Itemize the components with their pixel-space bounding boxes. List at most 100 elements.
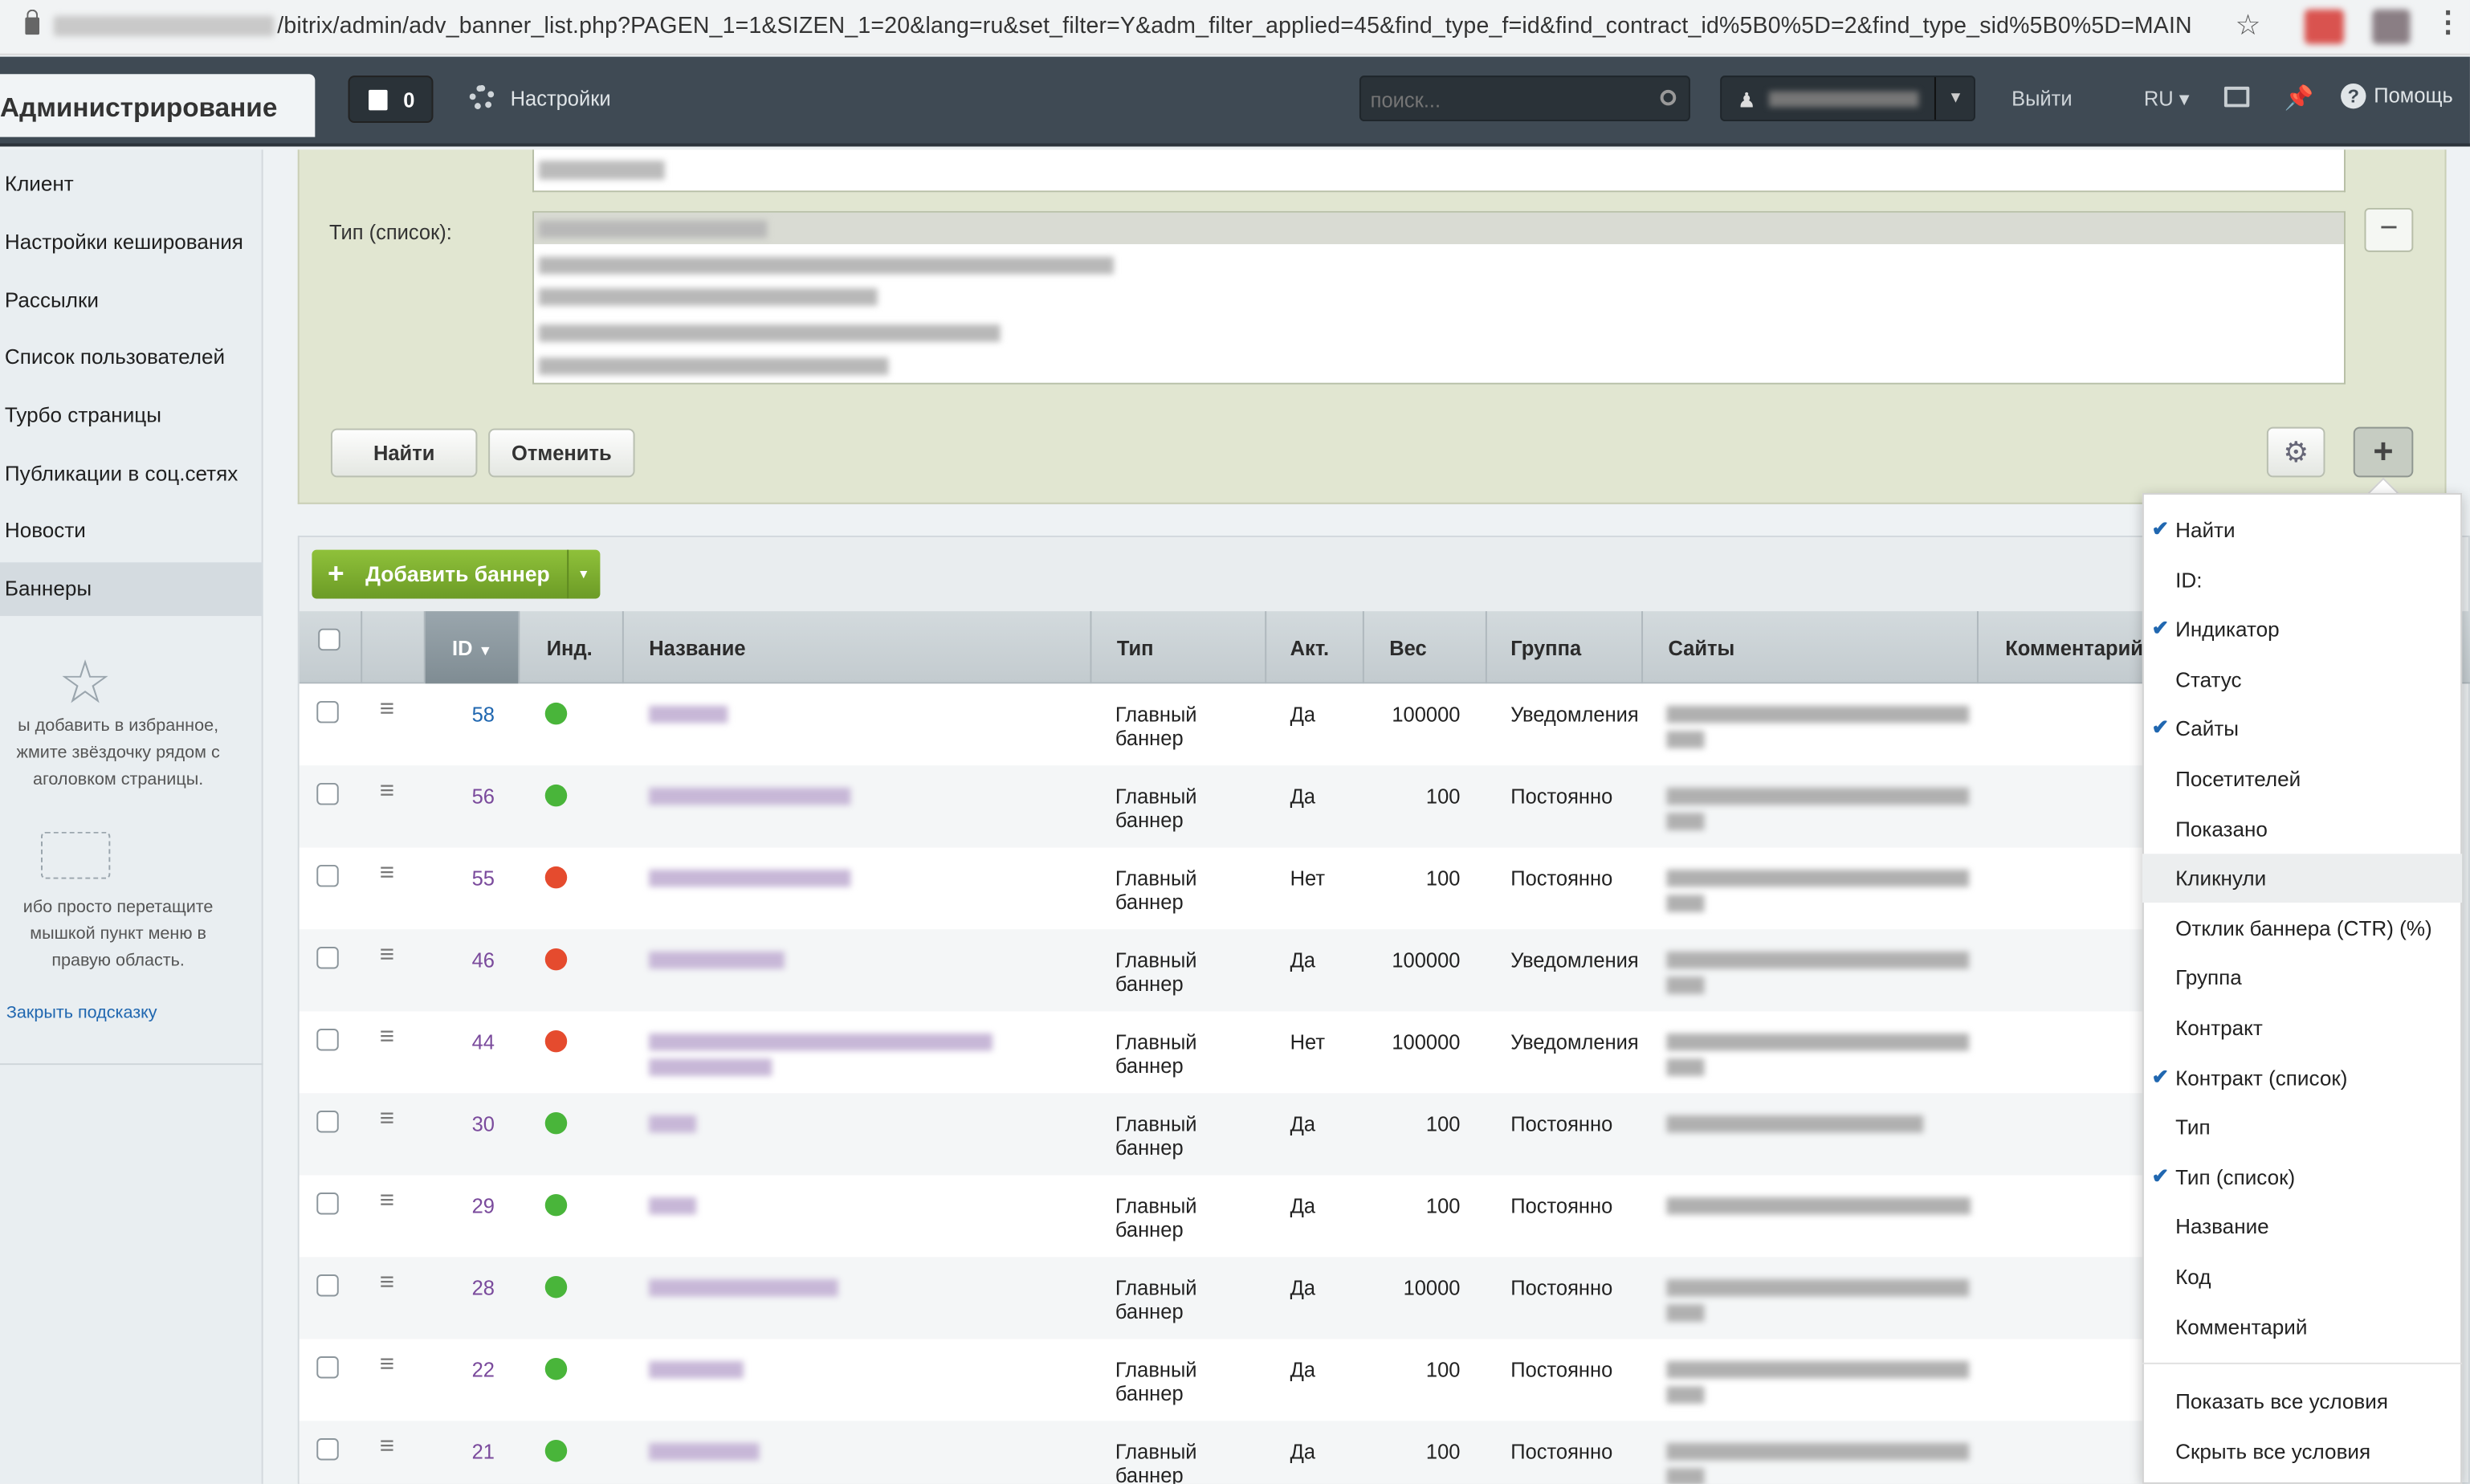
banner-name-link-redacted[interactable] xyxy=(649,1278,838,1297)
sidebar-item-mailings[interactable]: Рассылки xyxy=(0,274,263,328)
row-sites-redacted[interactable] xyxy=(1666,1304,1705,1322)
dropdown-item[interactable]: Код xyxy=(2142,1253,2462,1302)
row-sites-redacted[interactable] xyxy=(1666,1197,1971,1215)
settings-link[interactable]: Настройки xyxy=(511,87,611,110)
dropdown-item[interactable]: Показано xyxy=(2142,805,2462,854)
row-checkbox[interactable] xyxy=(316,864,339,887)
table-row[interactable] xyxy=(299,1257,2142,1339)
column-header-sites[interactable]: Сайты xyxy=(1643,611,1979,684)
table-row[interactable] xyxy=(299,765,2142,848)
dropdown-item[interactable]: ✔ Контракт (список) xyxy=(2142,1054,2462,1103)
row-menu-icon[interactable]: ≡ xyxy=(380,1024,394,1052)
close-hint-link[interactable]: Закрыть подсказку xyxy=(6,1004,157,1023)
row-checkbox[interactable] xyxy=(316,1110,339,1133)
add-condition-button[interactable]: + xyxy=(2353,426,2414,478)
row-checkbox[interactable] xyxy=(316,1028,339,1051)
keyboard-icon[interactable] xyxy=(2223,86,2250,108)
dropdown-item[interactable]: ✔ Найти xyxy=(2142,506,2462,555)
gear-icon[interactable] xyxy=(469,84,495,111)
sidebar-item-client[interactable]: Клиент xyxy=(0,157,263,211)
table-row[interactable] xyxy=(299,847,2142,930)
sidebar-item-banners[interactable]: Баннеры xyxy=(0,562,263,617)
row-sites-redacted[interactable] xyxy=(1666,1115,1924,1133)
row-checkbox[interactable] xyxy=(316,1274,339,1297)
cancel-button[interactable]: Отменить xyxy=(488,428,635,478)
row-id-link[interactable]: 55 xyxy=(426,866,495,890)
column-header-group[interactable]: Группа xyxy=(1487,611,1644,684)
row-id-link[interactable]: 21 xyxy=(426,1440,495,1463)
user-menu-caret-icon[interactable]: ▼ xyxy=(1934,77,1975,120)
sidebar-item-news[interactable]: Новости xyxy=(0,504,263,558)
browser-menu-icon[interactable]: ⋮ xyxy=(2434,6,2462,39)
row-menu-icon[interactable]: ≡ xyxy=(380,1352,394,1380)
row-sites-redacted[interactable] xyxy=(1666,951,1970,969)
table-row[interactable] xyxy=(299,1175,2142,1258)
search-icon[interactable] xyxy=(1660,89,1677,106)
dropdown-item[interactable]: Отклик баннера (CTR) (%) xyxy=(2142,904,2462,953)
add-banner-dropdown-icon[interactable]: ▼ xyxy=(567,549,598,599)
sidebar-item-social-posts[interactable]: Публикации в соц.сетях xyxy=(0,447,263,501)
column-header-name[interactable]: Название xyxy=(624,611,1092,684)
column-header-weight[interactable]: Вес xyxy=(1364,611,1487,684)
row-checkbox[interactable] xyxy=(316,1356,339,1379)
row-id-link[interactable]: 22 xyxy=(426,1358,495,1381)
row-id-link[interactable]: 29 xyxy=(426,1194,495,1217)
row-id-link[interactable]: 46 xyxy=(426,948,495,972)
row-checkbox[interactable] xyxy=(316,700,339,724)
row-sites-redacted[interactable] xyxy=(1666,1442,1970,1461)
table-row[interactable] xyxy=(299,1093,2142,1176)
dropdown-item[interactable]: Посетителей xyxy=(2142,755,2462,804)
type-list-selected-option[interactable] xyxy=(534,212,2345,245)
banner-name-link-redacted[interactable] xyxy=(649,951,785,969)
logout-link[interactable]: Выйти xyxy=(2011,87,2073,110)
type-list-option[interactable] xyxy=(538,256,1114,275)
hide-all-conditions[interactable]: Скрыть все условия xyxy=(2142,1427,2462,1476)
user-menu[interactable]: ♟ ▼ xyxy=(1720,75,1975,122)
column-header-comment[interactable]: Комментарий xyxy=(1979,611,2152,683)
row-sites-redacted[interactable] xyxy=(1666,1386,1705,1404)
sidebar-item-users[interactable]: Список пользователей xyxy=(0,331,263,385)
type-list-option[interactable] xyxy=(538,287,878,306)
row-menu-icon[interactable]: ≡ xyxy=(380,1433,394,1462)
language-switch[interactable]: RU ▾ xyxy=(2144,87,2190,112)
banner-name-link-redacted[interactable] xyxy=(649,705,728,724)
search-input[interactable] xyxy=(1370,83,1654,116)
row-id-link[interactable]: 58 xyxy=(426,703,495,726)
dropdown-item[interactable]: Группа xyxy=(2142,954,2462,1003)
banner-name-link-redacted[interactable] xyxy=(649,869,851,887)
extension-icon[interactable] xyxy=(2304,9,2345,44)
row-checkbox[interactable] xyxy=(316,1192,339,1215)
row-sites-redacted[interactable] xyxy=(1666,1278,1970,1297)
remove-condition-button[interactable]: − xyxy=(2364,207,2414,252)
add-banner-button[interactable]: + Добавить баннер ▼ xyxy=(312,549,601,599)
bookmark-star-icon[interactable]: ☆ xyxy=(2236,10,2261,43)
column-header-type[interactable]: Тип xyxy=(1091,611,1267,684)
dropdown-item[interactable]: Контракт xyxy=(2142,1004,2462,1053)
column-header-id[interactable]: ID ▼ xyxy=(425,611,520,684)
table-row[interactable] xyxy=(299,1339,2142,1421)
banner-name-link-redacted[interactable] xyxy=(649,1197,697,1215)
row-sites-redacted[interactable] xyxy=(1666,1360,1970,1379)
dropdown-item[interactable]: ✔ Тип (список) xyxy=(2142,1153,2462,1202)
row-id-link[interactable]: 30 xyxy=(426,1112,495,1135)
banner-name-link-redacted[interactable] xyxy=(649,1360,744,1379)
select-all-checkbox[interactable] xyxy=(318,628,340,651)
row-id-link[interactable]: 28 xyxy=(426,1276,495,1299)
type-list-option[interactable] xyxy=(538,220,768,238)
dropdown-item[interactable]: Статус xyxy=(2142,655,2462,704)
row-sites-redacted[interactable] xyxy=(1666,1058,1705,1076)
row-checkbox[interactable] xyxy=(316,782,339,805)
row-sites-redacted[interactable] xyxy=(1666,787,1970,805)
banner-name-link-redacted[interactable] xyxy=(649,1033,992,1051)
row-sites-redacted[interactable] xyxy=(1666,731,1705,748)
row-checkbox[interactable] xyxy=(316,1438,339,1461)
banner-name-link-redacted[interactable] xyxy=(649,1442,760,1461)
row-menu-icon[interactable]: ≡ xyxy=(380,778,394,806)
row-sites-redacted[interactable] xyxy=(1666,895,1705,912)
row-menu-icon[interactable]: ≡ xyxy=(380,1188,394,1216)
row-sites-redacted[interactable] xyxy=(1666,813,1705,830)
dropdown-item[interactable]: Тип xyxy=(2142,1103,2462,1152)
show-all-conditions[interactable]: Показать все условия xyxy=(2142,1377,2462,1426)
column-header-active[interactable]: Акт. xyxy=(1266,611,1364,684)
filter-field-above[interactable] xyxy=(532,149,2346,193)
